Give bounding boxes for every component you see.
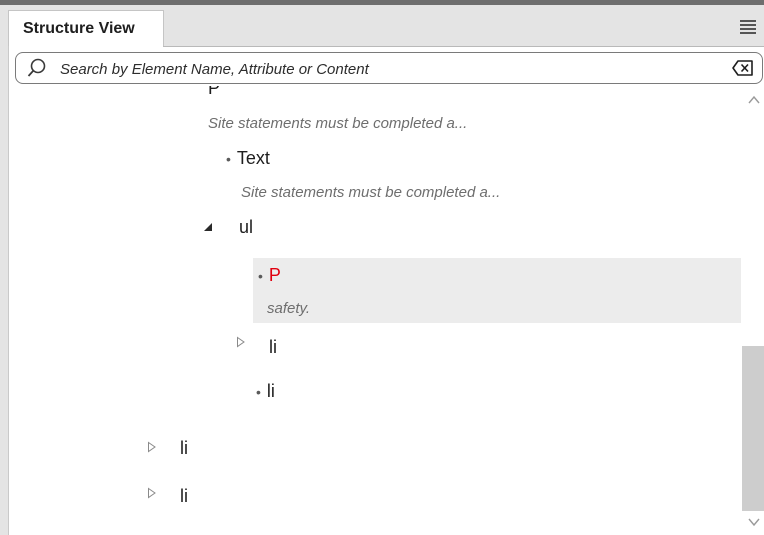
node-tag: ul [239,217,254,237]
node-content: safety. [267,300,311,317]
tree-node-ul[interactable]: ul [239,217,253,238]
node-tag: li [266,381,275,401]
node-content-preview: Site statements must be completed a... [208,115,467,133]
selected-row[interactable] [253,258,741,323]
tree-node-p[interactable]: P [208,86,220,99]
tree-node-li[interactable]: li [180,486,188,507]
node-content: Site statements must be completed a... [241,184,501,201]
scroll-up-chevron-icon[interactable] [747,94,761,106]
node-tag: P [208,86,221,98]
node-tag: P [268,265,281,285]
tab-structure-view[interactable]: Structure View [8,10,164,47]
search-input[interactable] [60,59,700,79]
node-tag: li [180,438,188,458]
collapsed-triangle-icon[interactable] [147,441,157,453]
tree-node-li[interactable]: li [180,438,188,459]
structure-tree: P Site statements must be completed a...… [9,86,742,535]
search-icon[interactable] [27,58,47,78]
tree-node-li[interactable]: • li [256,381,275,402]
node-content-preview: safety. [267,300,310,318]
node-content-preview: Site statements must be completed a... [241,184,500,202]
tree-node-p-selected[interactable]: • P [258,265,281,286]
bullet-icon: • [256,384,261,400]
search-box [15,52,763,84]
bullet-icon: • [258,268,263,284]
panel-header: Structure View [0,0,764,47]
scrollbar-thumb[interactable] [742,346,764,511]
hamburger-menu-icon[interactable] [740,20,756,34]
tree-node-li[interactable]: li [269,337,277,358]
tab-divider [163,46,764,47]
collapsed-triangle-icon[interactable] [147,487,157,499]
tab-label: Structure View [23,20,135,37]
expanded-triangle-icon[interactable] [203,221,213,233]
node-tag: li [180,486,188,506]
collapsed-triangle-icon[interactable] [236,336,246,348]
scroll-down-chevron-icon[interactable] [747,516,761,528]
bullet-icon: • [226,151,231,167]
node-tag: Text [236,148,270,168]
clear-backspace-icon[interactable] [732,60,754,76]
tree-node-text[interactable]: • Text [226,148,270,169]
node-tag: li [269,337,277,357]
node-content: Site statements must be completed a... [208,115,468,132]
